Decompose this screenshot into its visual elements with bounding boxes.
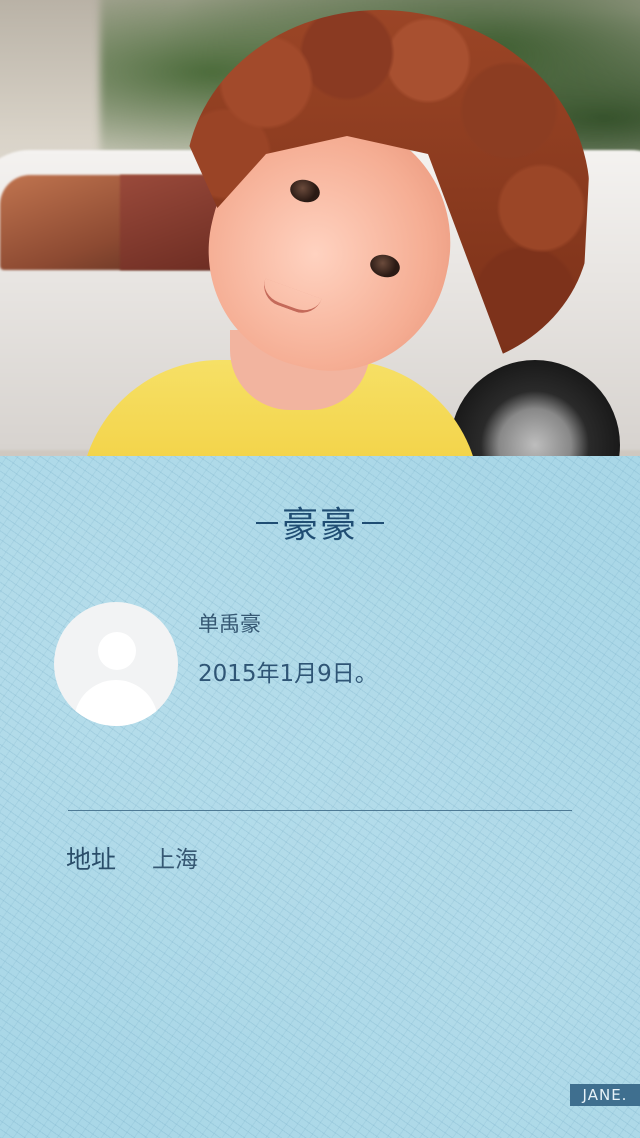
page-title: 豪豪 (255, 496, 385, 548)
address-label: 地址 (66, 845, 117, 874)
divider (68, 810, 572, 811)
profile-birthday: 2015年1月9日。 (198, 661, 378, 687)
brand-tag: JANE. (570, 1084, 640, 1106)
title-wrap: 豪豪 (0, 496, 640, 548)
profile-name: 单禹豪 (198, 612, 261, 636)
avatar-body-icon (74, 680, 158, 726)
profile-card: 豪豪 单禹豪 2015年1月9日。 地址 上海 JANE. (0, 456, 640, 1138)
hero-photo (0, 0, 640, 456)
profile-screen: 豪豪 单禹豪 2015年1月9日。 地址 上海 JANE. (0, 0, 640, 1138)
avatar[interactable] (54, 602, 178, 726)
avatar-head-icon (98, 632, 136, 670)
address-value: 上海 (152, 847, 198, 873)
